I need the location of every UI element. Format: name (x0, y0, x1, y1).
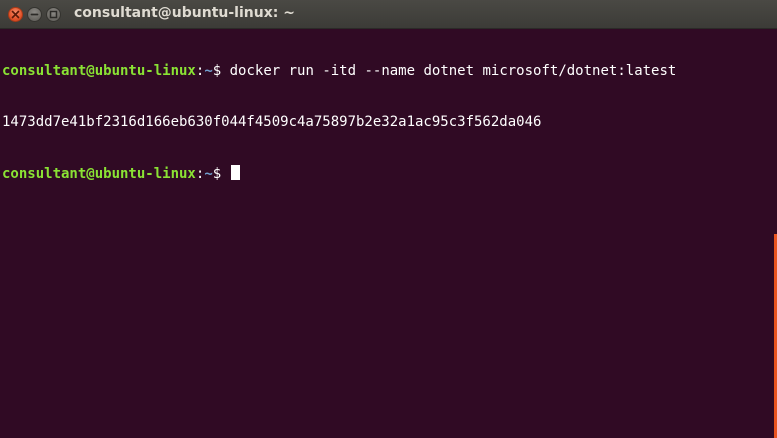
maximize-icon (49, 10, 58, 19)
close-button[interactable] (8, 7, 23, 22)
terminal-line-prompt: consultant@ubuntu-linux:~$ (2, 165, 772, 182)
prompt-dollar: $ (212, 63, 230, 79)
prompt-path: ~ (204, 63, 213, 79)
prompt-path: ~ (204, 166, 213, 182)
close-icon (11, 10, 20, 19)
window-controls (8, 7, 61, 22)
prompt-dollar: $ (212, 166, 230, 182)
text-cursor (230, 165, 240, 180)
terminal-line-output: 1473dd7e41bf2316d166eb630f044f4509c4a758… (2, 114, 772, 131)
minimize-button[interactable] (27, 7, 42, 22)
prompt-user: consultant@ubuntu-linux (2, 166, 196, 182)
terminal-output[interactable]: consultant@ubuntu-linux:~$ docker run -i… (2, 29, 772, 438)
minimize-icon (30, 13, 39, 16)
command-text: docker run -itd --name dotnet microsoft/… (229, 63, 677, 79)
window-title: consultant@ubuntu-linux: ~ (74, 5, 295, 21)
title-bar[interactable]: consultant@ubuntu-linux: ~ (0, 0, 777, 29)
terminal-window: consultant@ubuntu-linux: ~ consultant@ub… (0, 0, 777, 438)
container-id-output: 1473dd7e41bf2316d166eb630f044f4509c4a758… (2, 114, 542, 130)
prompt-user: consultant@ubuntu-linux (2, 63, 196, 79)
maximize-button[interactable] (46, 7, 61, 22)
terminal-line-command: consultant@ubuntu-linux:~$ docker run -i… (2, 63, 772, 80)
